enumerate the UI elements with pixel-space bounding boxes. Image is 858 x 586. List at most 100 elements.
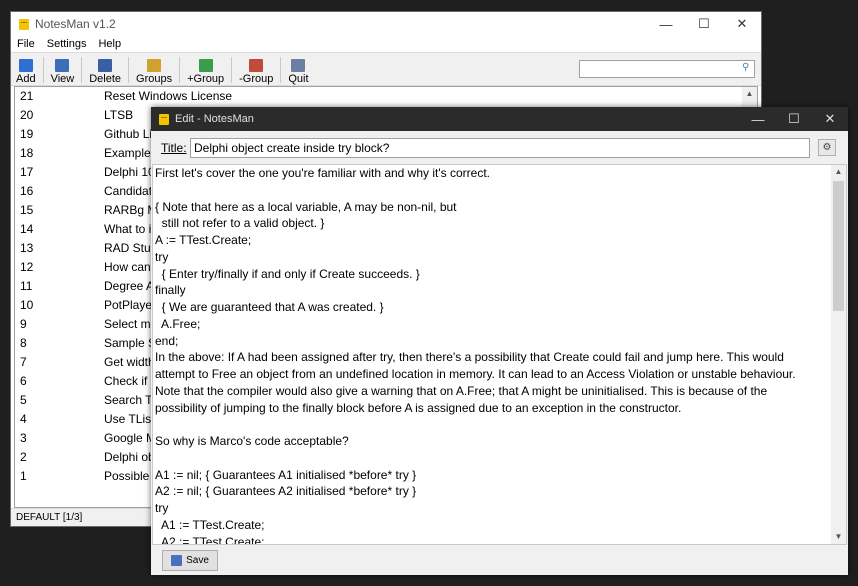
main-window-title: NotesMan v1.2 xyxy=(35,17,116,31)
delete-button[interactable]: Delete xyxy=(84,55,126,85)
note-id: 19 xyxy=(20,127,34,141)
scrollbar-thumb[interactable] xyxy=(833,181,844,311)
note-id: 6 xyxy=(20,374,27,388)
content-line: A2 := nil; { Guarantees A2 initialised *… xyxy=(155,484,417,499)
note-id: 10 xyxy=(20,298,34,312)
groups-icon xyxy=(147,59,162,72)
note-id: 18 xyxy=(20,146,34,160)
content-line: A.Free; xyxy=(155,316,201,331)
close-icon: ✕ xyxy=(736,16,748,31)
maximize-button[interactable]: ☐ xyxy=(685,12,723,36)
groups-button[interactable]: Groups xyxy=(131,55,177,85)
quit-button[interactable]: Quit xyxy=(283,55,313,85)
note-id: 4 xyxy=(20,412,27,426)
content-line: So why is Marco's code acceptable? xyxy=(155,434,349,448)
list-item[interactable]: 21 Reset Windows License xyxy=(15,87,757,106)
note-title: Select mu xyxy=(104,317,158,331)
search-input[interactable] xyxy=(579,60,755,78)
title-row: Title: Delphi object create inside try b… xyxy=(151,131,848,163)
add-group-button[interactable]: +Group xyxy=(182,55,229,85)
content-line: end; xyxy=(155,333,179,348)
toolbar-separator xyxy=(231,57,233,83)
note-title: Exampler xyxy=(104,146,155,160)
note-id: 21 xyxy=(20,89,34,103)
note-id: 1 xyxy=(20,469,27,483)
note-add-icon xyxy=(18,59,33,72)
edit-window-title: Edit - NotesMan xyxy=(175,113,254,125)
toolbar-separator xyxy=(280,57,282,83)
notesman-app-icon xyxy=(19,18,29,30)
search-icon[interactable]: ⚲ xyxy=(742,62,749,73)
scroll-up-icon[interactable]: ▲ xyxy=(742,87,757,101)
note-delete-icon xyxy=(98,59,113,72)
note-id: 17 xyxy=(20,165,34,179)
content-line: { Enter try/finally if and only if Creat… xyxy=(155,266,420,281)
minimize-button[interactable]: — xyxy=(740,107,776,131)
note-id: 20 xyxy=(20,108,34,122)
scroll-up-icon[interactable]: ▲ xyxy=(831,165,846,179)
main-titlebar[interactable]: NotesMan v1.2 — ☐ ✕ xyxy=(11,12,761,36)
note-id: 14 xyxy=(20,222,34,236)
toolbar-separator xyxy=(128,57,130,83)
title-label: Title: xyxy=(161,141,187,155)
note-title: Google M xyxy=(104,431,157,445)
content-line: try xyxy=(155,501,169,515)
menu-file[interactable]: File xyxy=(17,38,35,50)
minimize-icon: — xyxy=(751,111,765,127)
note-id: 3 xyxy=(20,431,27,445)
maximize-button[interactable]: ☐ xyxy=(776,107,812,131)
note-id: 11 xyxy=(20,279,33,293)
note-id: 8 xyxy=(20,336,27,350)
content-line: finally xyxy=(155,283,186,298)
content-line: still not refer to a valid object. } xyxy=(155,216,325,231)
note-title: LTSB xyxy=(104,108,134,122)
content-line xyxy=(153,450,846,467)
toolbar-separator xyxy=(42,57,44,83)
content-line: In the above: If A had been assigned aft… xyxy=(155,350,784,365)
gear-button[interactable]: ⚙ xyxy=(818,139,836,156)
note-id: 5 xyxy=(20,393,27,407)
close-button[interactable]: ✕ xyxy=(812,107,848,131)
content-line: A := TTest.Create; xyxy=(155,233,252,247)
note-title: Delphi 10. xyxy=(104,165,159,179)
menu-settings[interactable]: Settings xyxy=(47,38,87,50)
close-button[interactable]: ✕ xyxy=(723,12,761,36)
note-title: Reset Windows License xyxy=(104,89,233,103)
content-line: { We are guaranteed that A was created. … xyxy=(155,300,384,314)
menu-help[interactable]: Help xyxy=(98,38,121,50)
note-title: Delphi ob xyxy=(104,450,155,464)
edit-titlebar[interactable]: Edit - NotesMan — ☐ ✕ xyxy=(151,107,848,131)
quit-icon xyxy=(291,59,306,72)
gear-icon: ⚙ xyxy=(822,142,832,153)
group-remove-icon xyxy=(249,59,264,72)
remove-group-button[interactable]: -Group xyxy=(234,55,278,85)
close-icon: ✕ xyxy=(824,111,836,126)
edit-bottom-bar: Save xyxy=(151,545,848,575)
note-title: PotPlayer xyxy=(104,298,157,312)
content-line xyxy=(153,416,846,433)
menu-bar: File Settings Help xyxy=(11,36,761,52)
note-content-editor[interactable]: First let's cover the one you're familia… xyxy=(152,164,847,545)
toolbar: Add View Delete Groups +Group -Group Qui… xyxy=(11,52,761,86)
maximize-icon: ☐ xyxy=(698,16,710,31)
content-line: First let's cover the one you're familia… xyxy=(155,166,490,180)
add-button[interactable]: Add xyxy=(11,55,41,85)
book-icon xyxy=(55,59,70,72)
title-input[interactable]: Delphi object create inside try block? xyxy=(190,138,810,158)
content-line: A1 := TTest.Create; xyxy=(155,517,265,532)
save-icon xyxy=(171,555,183,566)
toolbar-separator xyxy=(81,57,83,83)
editor-scrollbar[interactable]: ▲ ▼ xyxy=(831,165,846,544)
note-id: 9 xyxy=(20,317,27,331)
note-id: 7 xyxy=(20,355,27,369)
content-line: attempt to Free an object from an undefi… xyxy=(155,367,796,381)
content-line: A1 := nil; { Guarantees A1 initialised *… xyxy=(155,467,417,482)
content-line: { Note that here as a local variable, A … xyxy=(155,199,457,214)
minimize-button[interactable]: — xyxy=(647,12,685,36)
note-id: 12 xyxy=(20,260,34,274)
view-button[interactable]: View xyxy=(46,55,80,85)
content-line: try xyxy=(155,249,169,264)
scroll-down-icon[interactable]: ▼ xyxy=(831,530,846,544)
edit-window: Edit - NotesMan — ☐ ✕ Title: Delphi obje… xyxy=(151,107,848,575)
save-button[interactable]: Save xyxy=(162,550,218,571)
